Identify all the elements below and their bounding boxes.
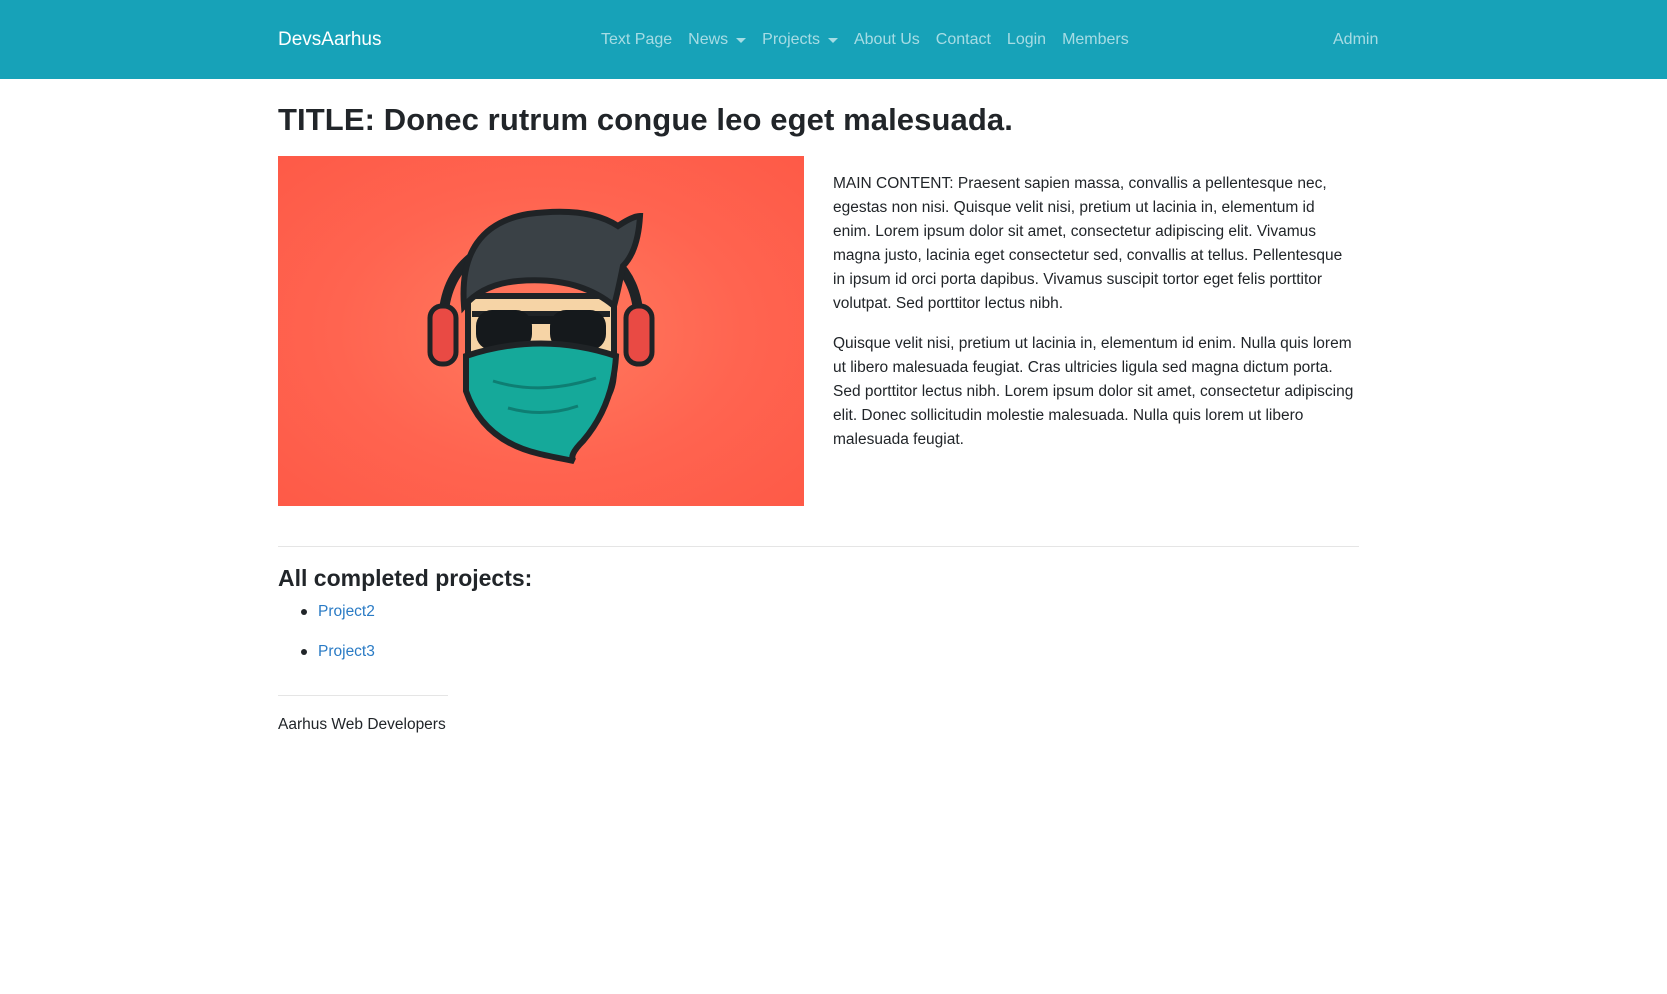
nav-link-label: Login [1006,31,1047,48]
caret-down-icon [827,37,838,43]
top-navbar: DevsAarhus Text Page News Projects About… [0,0,1667,79]
hero-image [278,156,804,506]
nav-link-label: Members [1062,31,1129,48]
content-paragraph: Quisque velit nisi, pretium ut lacinia i… [833,335,1354,448]
content-paragraph: MAIN CONTENT: Praesent sapien massa, con… [833,175,1343,312]
section-divider [278,546,1359,547]
nav-link-login[interactable]: Login [999,30,1054,50]
list-item: Project3 [278,640,375,680]
main-content: MAIN CONTENT: Praesent sapien massa, con… [833,172,1355,468]
nav-link-label: Text Page [601,31,673,48]
footer-divider [278,695,448,696]
nav-link-label: News [688,31,729,48]
nav-link-members[interactable]: Members [1054,30,1137,50]
caret-down-icon [736,37,747,43]
projects-heading: All completed projects: [278,565,533,591]
nav-links: Text Page News Projects About Us Contact… [593,30,1137,50]
masked-hacker-avatar-icon [427,208,655,467]
nav-link-admin[interactable]: Admin [1333,30,1378,50]
nav-link-about-us[interactable]: About Us [846,30,928,50]
nav-link-label: Contact [935,31,991,48]
list-item: Project2 [278,600,375,640]
projects-list: Project2 Project3 [278,600,375,680]
nav-link-text-page[interactable]: Text Page [593,30,680,50]
nav-link-label: About Us [853,31,920,48]
project-link[interactable]: Project3 [318,643,375,660]
page-title: TITLE: Donec rutrum congue leo eget male… [278,102,1013,137]
nav-link-label: Projects [762,31,820,48]
nav-dropdown-news[interactable]: News [680,30,754,50]
brand-link[interactable]: DevsAarhus [278,28,382,52]
nav-dropdown-projects[interactable]: Projects [754,30,846,50]
footer-text: Aarhus Web Developers [278,716,446,733]
project-link[interactable]: Project2 [318,603,375,620]
nav-link-contact[interactable]: Contact [928,30,999,50]
